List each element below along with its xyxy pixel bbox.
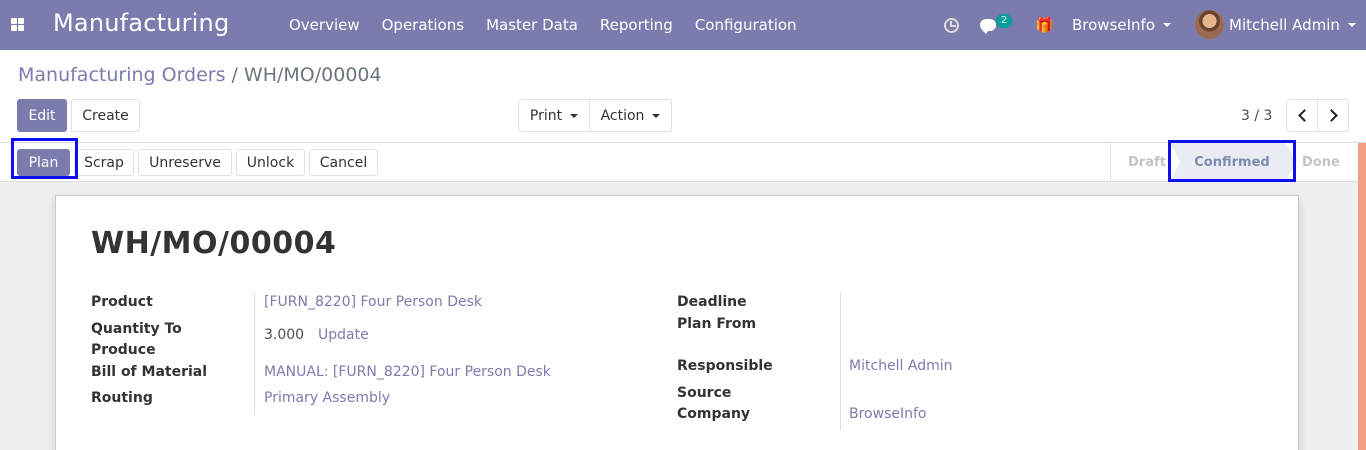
responsible-label: Responsible	[677, 358, 773, 374]
messages-count-badge: 2	[996, 14, 1013, 28]
edit-button[interactable]: Edit	[17, 99, 67, 132]
cancel-button[interactable]: Cancel	[309, 149, 378, 176]
form-sheet: WH/MO/00004 Product [FURN_8220] Four Per…	[55, 195, 1299, 450]
pager-next-button[interactable]	[1317, 99, 1349, 132]
responsible-value[interactable]: Mitchell Admin	[849, 356, 953, 377]
print-dropdown[interactable]: Print	[518, 99, 590, 132]
menu-item-reporting[interactable]: Reporting	[589, 16, 684, 34]
plan-from-label: Plan From	[677, 316, 757, 332]
update-quantity-link[interactable]: Update	[318, 325, 369, 346]
deadline-label: Deadline	[677, 294, 747, 310]
highlight-confirmed-box	[1168, 140, 1296, 182]
record-title: WH/MO/00004	[91, 226, 337, 261]
control-panel: Manufacturing Orders / WH/MO/00004 Edit Cr…	[0, 50, 1366, 143]
form-statusbar: Plan Scrap Unreserve Unlock Cancel Draft…	[0, 138, 1358, 182]
stage-done[interactable]: Done	[1302, 143, 1340, 181]
breadcrumb-separator: /	[231, 64, 238, 86]
company-value[interactable]: BrowseInfo	[849, 404, 926, 425]
routing-label: Routing	[91, 390, 153, 406]
company-switcher[interactable]: BrowseInfo	[1072, 0, 1172, 50]
pager-value[interactable]: 3 / 3	[1241, 108, 1272, 124]
bom-value[interactable]: MANUAL: [FURN_8220] Four Person Desk	[264, 362, 551, 383]
product-value[interactable]: [FURN_8220] Four Person Desk	[264, 292, 482, 313]
source-label: Source	[677, 385, 732, 401]
unreserve-button[interactable]: Unreserve	[138, 149, 232, 176]
main-menu: Overview Operations Master Data Reportin…	[278, 16, 808, 34]
quantity-label-line1: Quantity To	[91, 321, 182, 337]
stage-draft[interactable]: Draft	[1128, 143, 1166, 181]
quantity-label-line2: Produce	[91, 342, 156, 358]
activity-clock-icon[interactable]	[944, 0, 959, 50]
pager-previous-button[interactable]	[1286, 99, 1318, 132]
breadcrumb-current: WH/MO/00004	[243, 64, 382, 86]
product-label: Product	[91, 294, 153, 310]
unlock-button[interactable]: Unlock	[236, 149, 305, 176]
scrap-button[interactable]: Scrap	[74, 149, 134, 176]
apps-menu-icon[interactable]	[11, 18, 24, 31]
company-label: Company	[677, 406, 751, 422]
caret-down-icon	[652, 113, 661, 118]
left-group-divider	[254, 292, 255, 415]
breadcrumb: Manufacturing Orders / WH/MO/00004	[18, 64, 382, 86]
user-avatar[interactable]	[1195, 10, 1224, 39]
caret-down-icon	[570, 113, 579, 118]
caret-down-icon	[1163, 23, 1172, 27]
right-group-divider	[840, 292, 841, 430]
chevron-left-icon	[1297, 109, 1311, 122]
gift-icon[interactable]: 🎁	[1035, 0, 1054, 50]
highlight-plan-box	[11, 138, 78, 179]
chevron-right-icon	[1324, 109, 1338, 122]
routing-value[interactable]: Primary Assembly	[264, 388, 390, 409]
action-dropdown[interactable]: Action	[589, 99, 672, 132]
menu-item-operations[interactable]: Operations	[371, 16, 475, 34]
company-name: BrowseInfo	[1072, 16, 1156, 34]
caret-down-icon	[1347, 23, 1356, 27]
messages-icon[interactable]	[980, 0, 996, 50]
create-button[interactable]: Create	[71, 99, 140, 132]
action-label: Action	[600, 107, 645, 124]
bom-label: Bill of Material	[91, 364, 208, 380]
menu-item-overview[interactable]: Overview	[278, 16, 371, 34]
top-navbar: Manufacturing Overview Operations Master…	[0, 0, 1366, 50]
breadcrumb-parent-link[interactable]: Manufacturing Orders	[18, 64, 226, 86]
scrollbar-edge[interactable]	[1358, 143, 1366, 450]
app-title[interactable]: Manufacturing	[53, 9, 229, 37]
print-label: Print	[529, 107, 563, 124]
menu-item-master-data[interactable]: Master Data	[475, 16, 589, 34]
user-name: Mitchell Admin	[1229, 16, 1340, 34]
user-menu[interactable]: Mitchell Admin	[1229, 0, 1356, 50]
quantity-value: 3.000	[264, 327, 305, 343]
menu-item-configuration[interactable]: Configuration	[684, 16, 808, 34]
